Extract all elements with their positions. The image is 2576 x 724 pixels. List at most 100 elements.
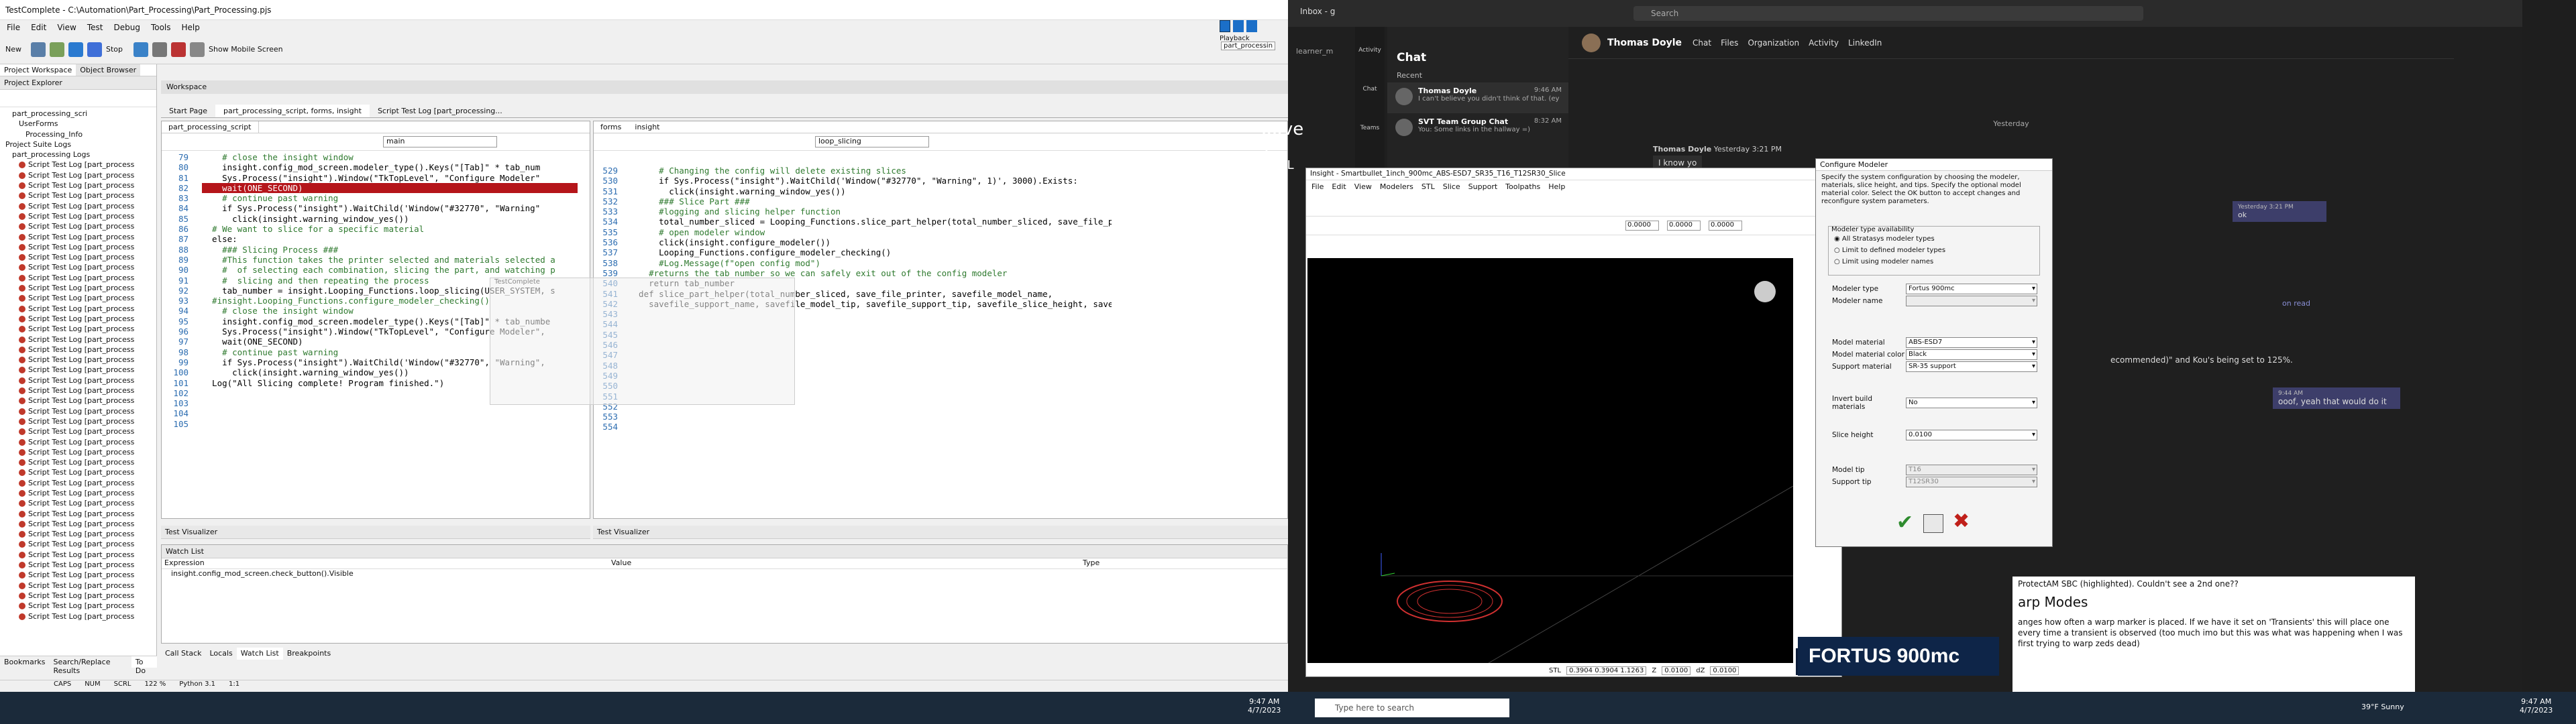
tab-start-page[interactable]: Start Page (161, 105, 215, 117)
rail-activity[interactable]: Activity (1355, 27, 1385, 66)
dz-value[interactable]: 0.0100 (1710, 666, 1739, 675)
code-line[interactable]: # close the insight window (202, 152, 578, 162)
tab-project-workspace[interactable]: Project Workspace (0, 64, 76, 76)
viewport[interactable] (1307, 258, 1794, 664)
tree-log-item[interactable]: Script Test Log [part_process (3, 426, 154, 436)
contact-tab[interactable]: LinkedIn (1848, 38, 1882, 48)
tree-log-item[interactable]: Script Test Log [part_process (3, 416, 154, 426)
clock-left[interactable]: 9:47 AM 4/7/2023 (1248, 697, 1281, 715)
run-icon[interactable] (68, 42, 83, 57)
tab-search-replace[interactable]: Search/Replace Results (49, 656, 131, 675)
tree-log-item[interactable]: Script Test Log [part_process (3, 550, 154, 560)
code-line[interactable]: # open modeler window (629, 227, 1112, 237)
insight-menu-item[interactable]: Toolpaths (1505, 182, 1540, 191)
function-combo[interactable]: loop_slicing (815, 136, 929, 147)
new-button[interactable]: New (5, 45, 21, 54)
tree-log-item[interactable]: Script Test Log [part_process (3, 406, 154, 416)
tree-log-item[interactable]: Script Test Log [part_process (3, 447, 154, 457)
col-value[interactable]: Value (608, 558, 1080, 568)
num-field-2[interactable]: 0.0000 (1667, 221, 1701, 231)
tree-log-item[interactable]: Script Test Log [part_process (3, 170, 154, 180)
tree-log-item[interactable]: Script Test Log [part_process (3, 437, 154, 447)
field-select[interactable]: T16 (1906, 465, 2037, 475)
code-line[interactable]: insight.config_mod_screen.modeler_type()… (202, 162, 578, 172)
watch-row[interactable]: insight.config_mod_screen.check_button()… (162, 569, 1287, 580)
field-select[interactable]: 0.0100 (1906, 430, 2037, 440)
stop-icon[interactable] (87, 42, 102, 57)
tree-log-item[interactable]: Script Test Log [part_process (3, 570, 154, 580)
tree-node[interactable]: part_processing Logs (3, 149, 154, 160)
tab-part-processing-script[interactable]: part_processing_script (162, 121, 259, 133)
tab-locals[interactable]: Locals (205, 648, 236, 660)
tab-call-stack[interactable]: Call Stack (161, 648, 205, 660)
pause-icon[interactable] (133, 42, 149, 57)
num-field-3[interactable]: 0.0000 (1709, 221, 1742, 231)
code-line[interactable]: if Sys.Process("insight").WaitChild('Win… (202, 203, 578, 213)
code-line[interactable]: ### Slicing Process ### (202, 245, 578, 255)
tree-log-item[interactable]: Script Test Log [part_process (3, 304, 154, 314)
menu-view[interactable]: View (57, 23, 76, 32)
tree-log-item[interactable]: Script Test Log [part_process (3, 324, 154, 334)
tree-node[interactable]: part_processing_scri (3, 109, 154, 119)
tree-log-item[interactable]: Script Test Log [part_process (3, 293, 154, 303)
code-line[interactable]: total_number_sliced = Looping_Functions.… (629, 217, 1112, 227)
tab-watch-list[interactable]: Watch List (236, 648, 283, 660)
tree-log-item[interactable]: Script Test Log [part_process (3, 365, 154, 375)
code-line[interactable]: Sys.Process("insight").Window("TkTopLeve… (202, 173, 578, 183)
chat-list-item[interactable]: Thomas Doyle 9:46 AM I can't believe you d… (1387, 82, 1568, 113)
code-line[interactable]: click(insight.configure_modeler()) (629, 237, 1112, 247)
tab-bookmarks[interactable]: Bookmarks (0, 656, 49, 668)
tree-node[interactable]: UserForms (3, 119, 154, 129)
stop-playback-icon[interactable] (1246, 20, 1257, 32)
num-field-1[interactable]: 0.0000 (1625, 221, 1659, 231)
tree-log-item[interactable]: Script Test Log [part_process (3, 509, 154, 519)
teams-search[interactable]: Search (1633, 6, 2143, 21)
menu-edit[interactable]: Edit (31, 23, 46, 32)
code-line[interactable]: else: (202, 234, 578, 244)
field-select[interactable]: Black (1906, 349, 2037, 360)
tree-log-item[interactable]: Script Test Log [part_process (3, 385, 154, 396)
project-tree[interactable]: part_processing_scri UserForms Processing_… (0, 107, 156, 623)
tree-log-item[interactable]: Script Test Log [part_process (3, 396, 154, 406)
rail-teams[interactable]: Teams (1355, 105, 1385, 143)
rail-chat[interactable]: Chat (1355, 66, 1385, 105)
tree-log-item[interactable]: Script Test Log [part_process (3, 314, 154, 324)
col-expression[interactable]: Expression (162, 558, 608, 568)
tree-log-item[interactable]: Script Test Log [part_process (3, 539, 154, 549)
tree-log-item[interactable]: Script Test Log [part_process (3, 355, 154, 365)
tree-log-item[interactable]: Script Test Log [part_process (3, 252, 154, 262)
tab-insight[interactable]: insight (628, 121, 667, 133)
outlook-tab[interactable]: Inbox - g (1300, 7, 1335, 16)
tree-log-item[interactable]: Script Test Log [part_process (3, 591, 154, 601)
tree-log-item[interactable]: Script Test Log [part_process (3, 611, 154, 621)
tree-log-item[interactable]: Script Test Log [part_process (3, 160, 154, 170)
tab-part-processing[interactable]: part_processing_script, forms, insight (215, 105, 370, 117)
insight-menu-item[interactable]: View (1354, 182, 1372, 191)
contact-tab[interactable]: Files (1721, 38, 1738, 48)
tree-log-item[interactable]: Script Test Log [part_process (3, 345, 154, 355)
pause-playback-icon[interactable] (1233, 20, 1244, 32)
code-line[interactable]: # We want to slice for a specific materi… (202, 224, 578, 234)
insight-menu-item[interactable]: Help (1548, 182, 1565, 191)
tree-log-item[interactable]: Script Test Log [part_process (3, 190, 154, 200)
open-icon[interactable] (31, 42, 46, 57)
tab-breakpoints[interactable]: Breakpoints (283, 648, 335, 660)
procedure-combo[interactable]: main (383, 136, 497, 147)
insight-menu-item[interactable]: Modelers (1380, 182, 1413, 191)
tree-log-item[interactable]: Script Test Log [part_process (3, 375, 154, 385)
menu-help[interactable]: Help (182, 23, 200, 32)
tree-log-item[interactable]: Script Test Log [part_process (3, 273, 154, 283)
modeler-type-option[interactable]: ○ Limit using modeler names (1834, 256, 2039, 267)
tree-log-item[interactable]: Script Test Log [part_process (3, 242, 154, 252)
z-value[interactable]: 0.0100 (1662, 666, 1691, 675)
code-line[interactable]: #logging and slicing helper function (629, 206, 1112, 217)
field-select[interactable]: SR-35 support (1906, 361, 2037, 372)
tree-log-item[interactable]: Script Test Log [part_process (3, 601, 154, 611)
insight-menu-item[interactable]: Support (1468, 182, 1497, 191)
code-line[interactable]: ### Slice Part ### (629, 196, 1112, 206)
clock[interactable]: 9:47 AM 4/7/2023 (2520, 697, 2553, 715)
save-icon[interactable] (50, 42, 64, 57)
modeler-type-option[interactable]: ○ Limit to defined modeler types (1834, 245, 2039, 256)
contact-tab[interactable]: Chat (1693, 38, 1711, 48)
tree-log-item[interactable]: Script Test Log [part_process (3, 262, 154, 272)
